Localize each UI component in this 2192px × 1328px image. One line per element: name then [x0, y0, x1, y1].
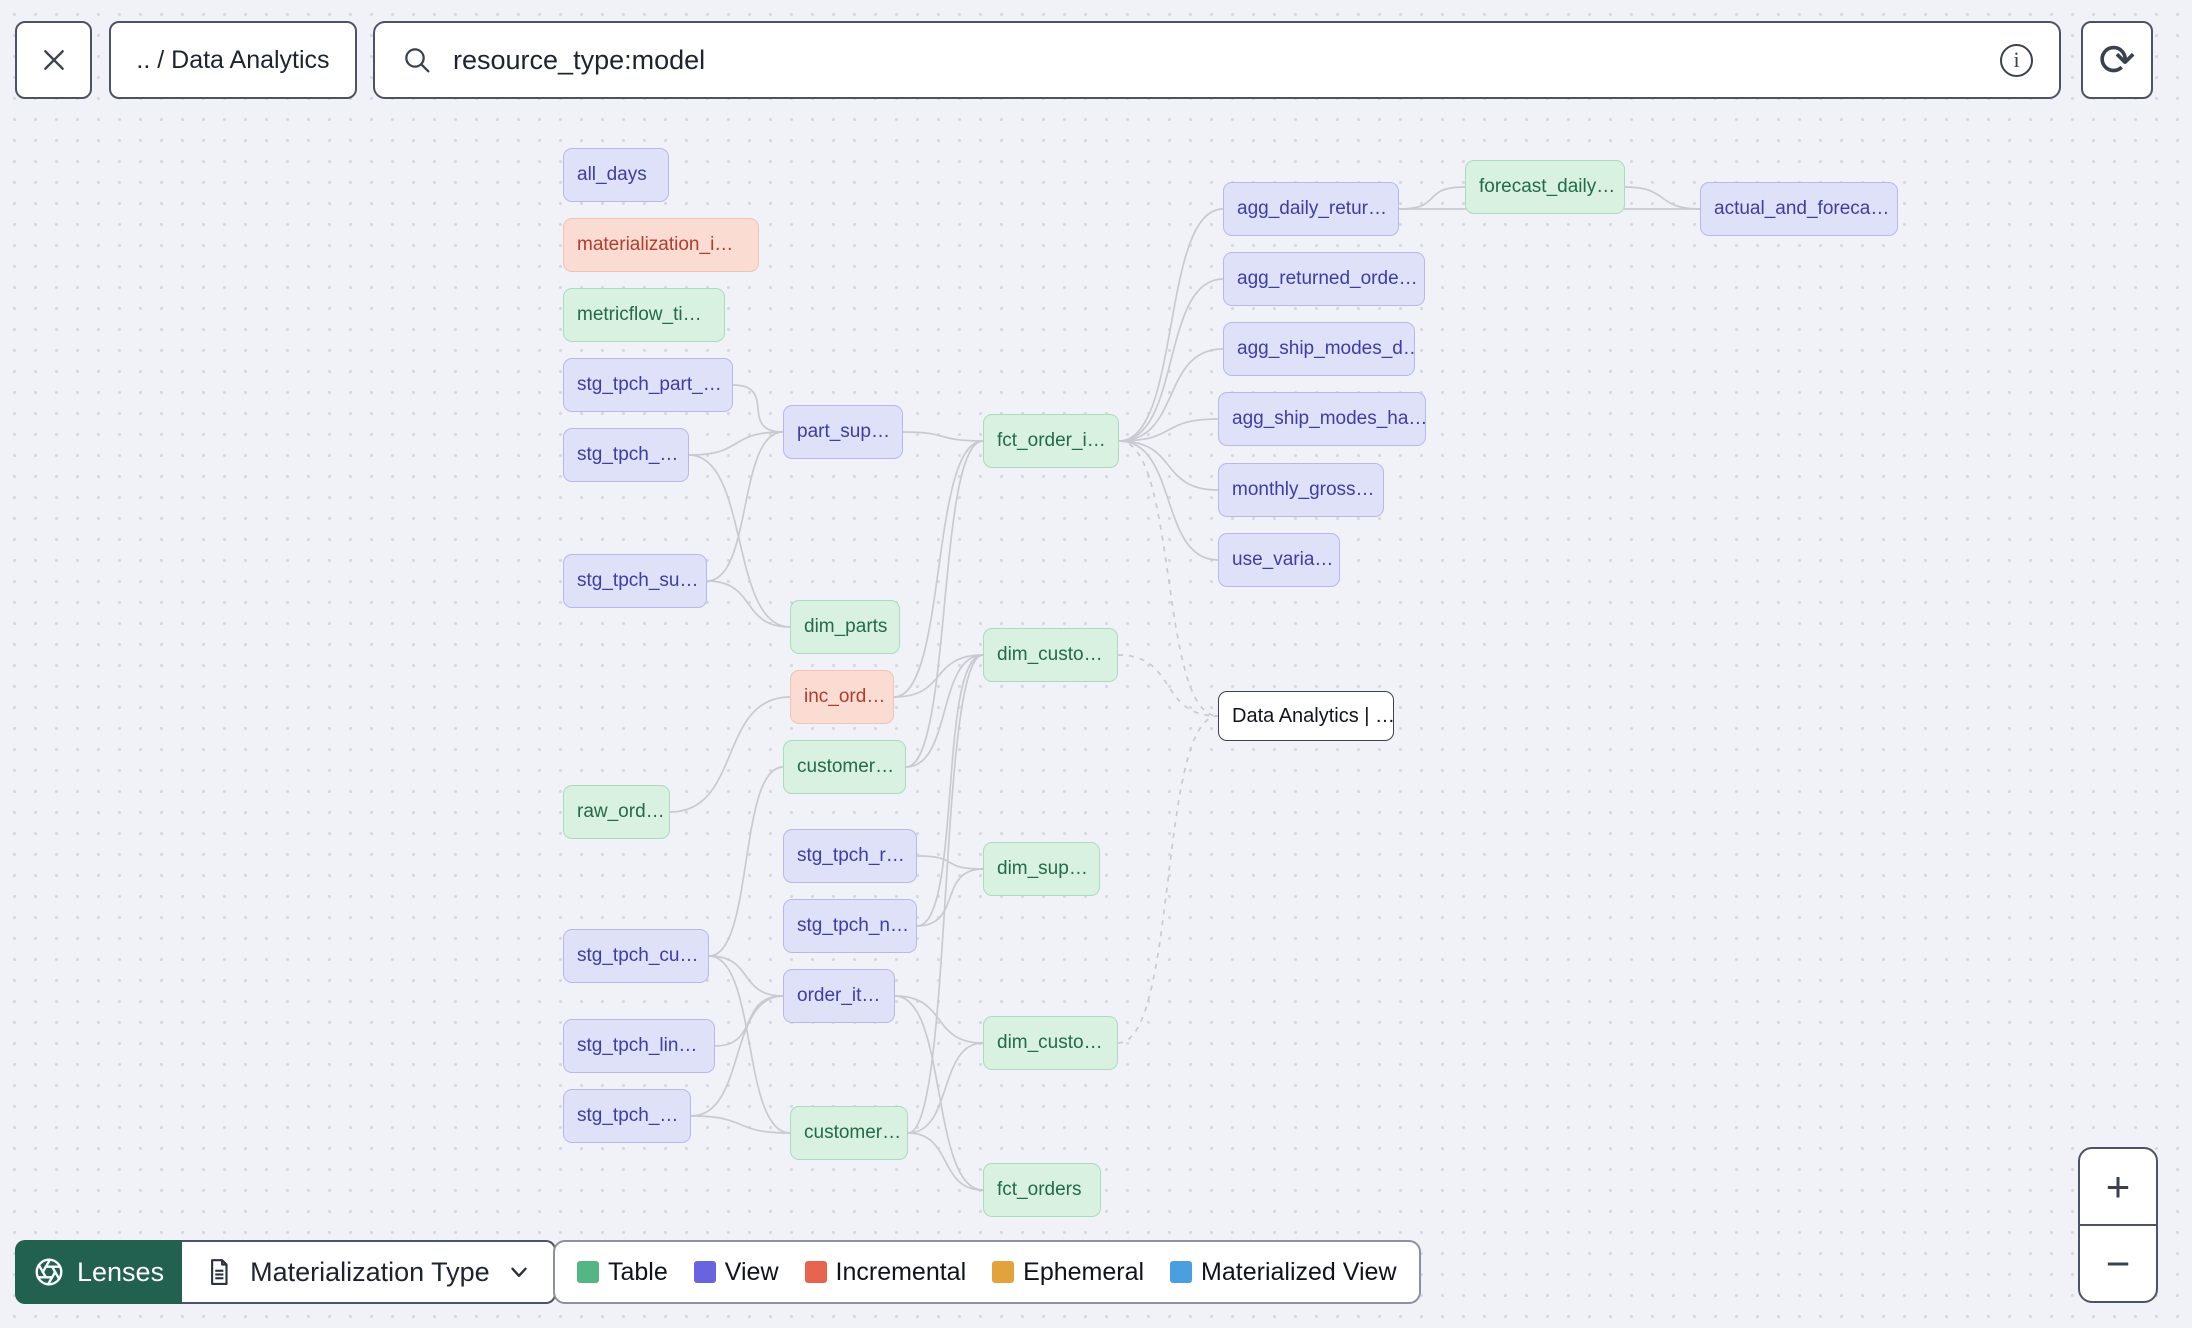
- graph-node-actual_and_foreca[interactable]: actual_and_foreca…: [1700, 182, 1898, 236]
- edge-stg_tpch_b-customer_b: [690, 1115, 791, 1134]
- edge-stg_tpch_r-dim_sup: [916, 855, 984, 870]
- graph-node-all_days[interactable]: all_days: [563, 148, 669, 202]
- graph-node-stg_tpch_b[interactable]: stg_tpch_…: [563, 1089, 691, 1143]
- graph-node-agg_ship_modes_d[interactable]: agg_ship_modes_d…: [1223, 322, 1415, 376]
- minus-icon: −: [2105, 1239, 2131, 1287]
- graph-node-dim_sup[interactable]: dim_sup…: [983, 842, 1100, 896]
- zoom-controls: + −: [2078, 1147, 2158, 1303]
- breadcrumb-label: .. / Data Analytics: [136, 45, 330, 74]
- graph-node-stg_tpch_su[interactable]: stg_tpch_su…: [563, 554, 707, 608]
- breadcrumb[interactable]: .. / Data Analytics: [109, 21, 357, 99]
- legend-label: Ephemeral: [1023, 1257, 1145, 1286]
- graph-node-materialization_i[interactable]: materialization_i…: [563, 218, 759, 272]
- graph-node-stg_tpch_lin[interactable]: stg_tpch_lin…: [563, 1019, 715, 1073]
- edge-dim_custo_b-data_analytics: [1117, 715, 1219, 1044]
- edge-stg_tpch_su-part_sup: [706, 431, 784, 582]
- graph-node-customer_b[interactable]: customer…: [790, 1106, 908, 1160]
- lens-dropdown[interactable]: Materialization Type: [182, 1240, 556, 1304]
- graph-node-stg_tpch_n[interactable]: stg_tpch_n…: [783, 899, 917, 953]
- legend-item-incremental: Incremental: [804, 1257, 967, 1287]
- edge-forecast_daily-actual_and_foreca: [1624, 186, 1701, 210]
- chevron-down-icon: [511, 1267, 527, 1277]
- graph-node-monthly_gross[interactable]: monthly_gross…: [1218, 463, 1384, 517]
- edge-raw_ord-inc_ord: [669, 696, 791, 813]
- legend-swatch: [693, 1261, 716, 1283]
- zoom-out-button[interactable]: −: [2080, 1226, 2156, 1301]
- refresh-icon: ⟳: [2098, 35, 2136, 85]
- graph-node-customer_a[interactable]: customer…: [783, 740, 906, 794]
- legend-swatch: [804, 1261, 827, 1283]
- graph-node-agg_returned_orde[interactable]: agg_returned_orde…: [1223, 252, 1425, 306]
- edge-stg_tpch_su-dim_parts: [706, 580, 791, 628]
- graph-node-fct_orders[interactable]: fct_orders: [983, 1163, 1101, 1217]
- edge-part_sup-fct_order_i: [902, 431, 984, 442]
- legend-item-table: Table: [577, 1258, 668, 1287]
- legend-swatch: [1170, 1261, 1193, 1283]
- legend-label: View: [724, 1257, 779, 1286]
- graph-node-stg_tpch_r[interactable]: stg_tpch_r…: [783, 829, 917, 883]
- graph-node-part_sup[interactable]: part_sup…: [783, 405, 903, 459]
- graph-node-stg_tpch_cu[interactable]: stg_tpch_cu…: [563, 929, 709, 983]
- lenses-label: Lenses: [77, 1256, 165, 1287]
- graph-node-dim_parts[interactable]: dim_parts: [790, 600, 900, 654]
- edge-stg_tpch_n-dim_custo_a: [916, 654, 984, 927]
- graph-node-metricflow_ti[interactable]: metricflow_ti…: [563, 288, 725, 342]
- search-bar[interactable]: i: [373, 21, 2061, 99]
- edge-fct_order_i-data_analytics: [1118, 440, 1219, 717]
- graph-node-order_it[interactable]: order_it…: [783, 969, 895, 1023]
- graph-node-use_varia[interactable]: use_varia…: [1218, 533, 1340, 587]
- lenses-button[interactable]: Lenses: [15, 1240, 183, 1304]
- refresh-button[interactable]: ⟳: [2081, 21, 2153, 99]
- edge-fct_order_i-agg_daily_retur: [1118, 208, 1224, 442]
- graph-node-raw_ord[interactable]: raw_ord…: [563, 785, 670, 839]
- graph-node-agg_ship_modes_ha[interactable]: agg_ship_modes_ha…: [1218, 392, 1426, 446]
- legend-item-ephemeral: Ephemeral: [992, 1258, 1144, 1287]
- edge-customer_b-dim_custo_a: [907, 654, 984, 1134]
- edge-fct_order_i-use_varia: [1118, 440, 1219, 561]
- graph-node-forecast_daily[interactable]: forecast_daily…: [1465, 160, 1625, 214]
- materialization-legend: Table View Incremental Ephemeral Materialize…: [553, 1240, 1421, 1304]
- edge-stg_tpch_part-part_sup: [732, 384, 784, 433]
- aperture-icon: [35, 1258, 63, 1286]
- edge-stg_tpch_cu-order_it: [708, 955, 784, 997]
- graph-node-agg_daily_retur[interactable]: agg_daily_retur…: [1223, 182, 1399, 236]
- lens-controls: Lenses Materialization Type: [15, 1240, 556, 1304]
- plus-icon: +: [2105, 1162, 2131, 1210]
- info-icon[interactable]: i: [2000, 43, 2033, 77]
- edge-customer_a-fct_order_i: [905, 440, 984, 768]
- close-button[interactable]: [15, 21, 92, 99]
- edge-fct_order_i-monthly_gross: [1118, 440, 1219, 491]
- edge-stg_tpch_cu-customer_a: [708, 766, 784, 957]
- legend-item-view: View: [693, 1257, 779, 1287]
- document-icon: [211, 1259, 228, 1285]
- legend-label: Table: [608, 1257, 668, 1286]
- legend-label: Materialized View: [1201, 1257, 1397, 1286]
- edge-customer_b-fct_orders: [907, 1132, 984, 1191]
- edge-dim_custo_a-data_analytics: [1117, 654, 1219, 717]
- search-icon: [405, 48, 430, 73]
- edge-fct_order_i-agg_returned_orde: [1118, 278, 1224, 442]
- graph-node-data_analytics[interactable]: Data Analytics | …: [1218, 691, 1394, 741]
- graph-node-dim_custo_a[interactable]: dim_custo…: [983, 628, 1118, 682]
- close-icon: [43, 50, 64, 70]
- lineage-canvas[interactable]: all_days materialization_i… metricflow_ti……: [0, 0, 2192, 1328]
- search-input[interactable]: [453, 44, 1980, 76]
- legend-swatch: [577, 1261, 599, 1283]
- edge-order_it-fct_orders: [894, 995, 984, 1191]
- graph-node-stg_tpch_part[interactable]: stg_tpch_part_…: [563, 358, 733, 412]
- zoom-in-button[interactable]: +: [2080, 1149, 2156, 1226]
- edge-stg_tpch_cu-customer_b: [708, 955, 791, 1134]
- edge-stg_tpch_n-dim_sup: [916, 868, 984, 927]
- legend-item-materialized-view: Materialized View: [1170, 1257, 1397, 1287]
- legend-swatch: [992, 1261, 1015, 1283]
- graph-node-stg_tpch_a[interactable]: stg_tpch_…: [563, 428, 689, 482]
- legend-label: Incremental: [835, 1257, 967, 1286]
- edge-stg_tpch_a-part_sup: [688, 431, 784, 456]
- edge-agg_daily_retur-forecast_daily: [1398, 186, 1466, 210]
- edge-order_it-dim_custo_b: [894, 995, 984, 1044]
- graph-node-fct_order_i[interactable]: fct_order_i…: [983, 414, 1119, 468]
- graph-node-inc_ord[interactable]: inc_ord…: [790, 670, 894, 724]
- active-lens-label: Materialization Type: [250, 1256, 490, 1287]
- graph-node-dim_custo_b[interactable]: dim_custo…: [983, 1016, 1118, 1070]
